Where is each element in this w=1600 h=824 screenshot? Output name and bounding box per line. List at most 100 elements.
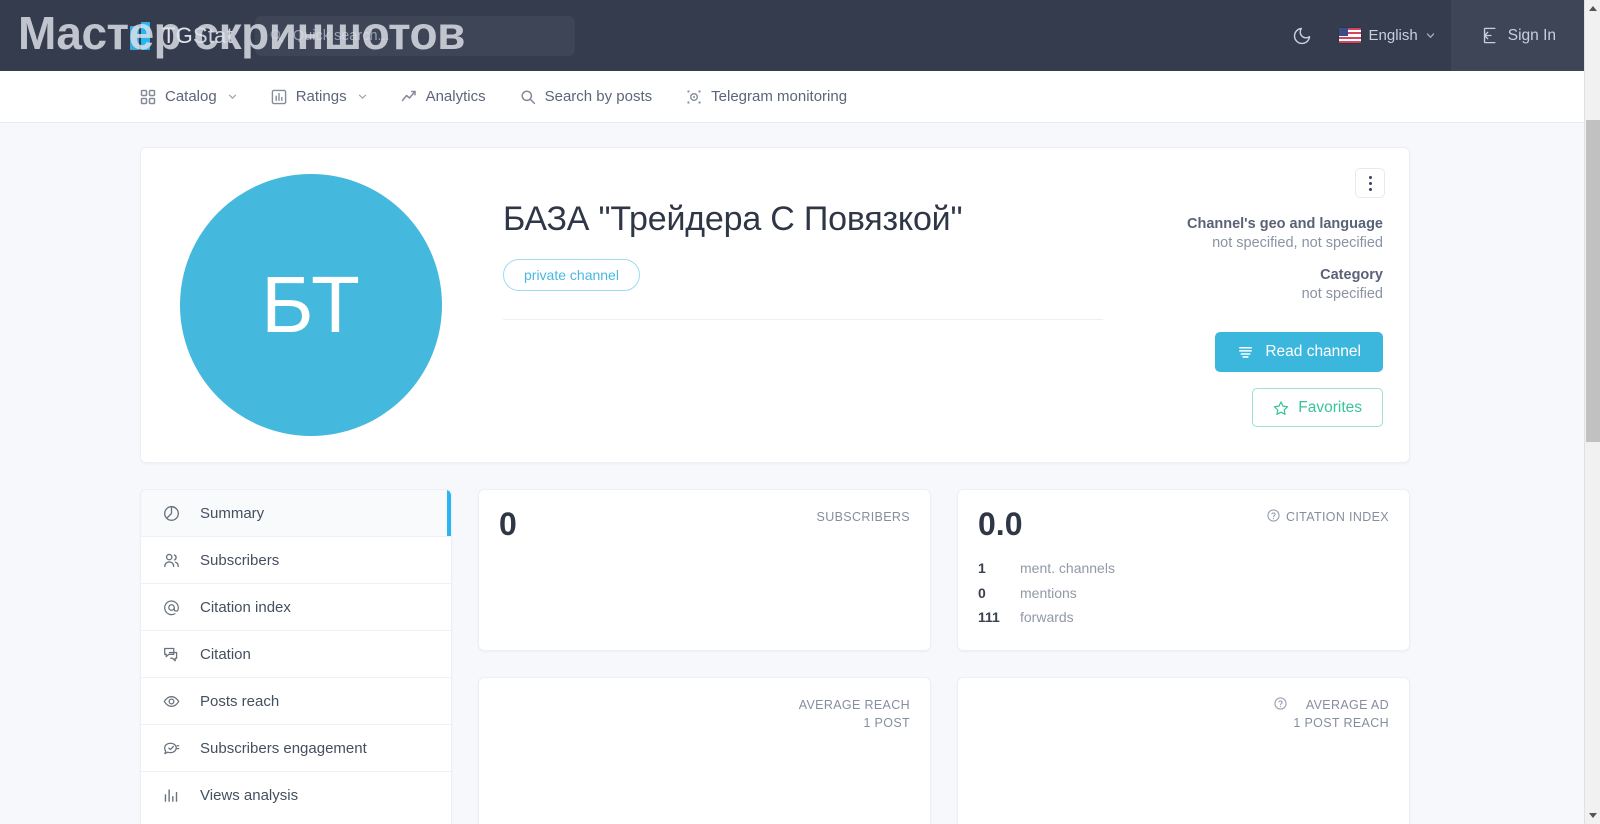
caption-text: SUBSCRIBERS bbox=[816, 510, 910, 524]
page-scrollbar[interactable] bbox=[1584, 0, 1600, 824]
page-title: БАЗА "Трейдера С Повязкой" bbox=[503, 200, 963, 238]
sidebar-item-subscribers[interactable]: Subscribers bbox=[141, 537, 451, 584]
caption-text: CITATION INDEX bbox=[1285, 510, 1389, 524]
language-label: English bbox=[1368, 27, 1418, 44]
sidebar-item-citation-index[interactable]: Citation index bbox=[141, 584, 451, 631]
brand-text: TGStat bbox=[162, 23, 233, 49]
site-logo[interactable]: TGStat bbox=[130, 0, 233, 71]
channel-main-info: БАЗА "Трейдера С Повязкой" private chann… bbox=[455, 170, 1133, 436]
quote-bubble-icon bbox=[164, 647, 178, 661]
help-circle-icon[interactable] bbox=[1267, 509, 1280, 522]
nav-label: Search by posts bbox=[544, 88, 653, 105]
pie-chart-icon bbox=[164, 505, 179, 521]
card-subscribers: 0 SUBSCRIBERS bbox=[478, 489, 931, 651]
card-average-ad-reach: AVERAGE AD 1 POST REACH bbox=[957, 676, 1410, 824]
brand-bold: TG bbox=[162, 22, 193, 48]
row-number: 0 bbox=[978, 584, 986, 601]
nav-item-telegram-monitoring[interactable]: Telegram monitoring bbox=[686, 71, 847, 123]
card-header: AVERAGE REACH 1 POST bbox=[499, 696, 910, 734]
card-header: 0 SUBSCRIBERS bbox=[499, 508, 910, 540]
nav-label: Catalog bbox=[165, 88, 217, 105]
engagement-icon bbox=[164, 742, 180, 754]
sidebar-item-summary[interactable]: Summary bbox=[141, 490, 451, 537]
lower-section: Summary Subscribers Citation index Citat… bbox=[140, 489, 1410, 824]
language-selector[interactable]: English bbox=[1325, 0, 1451, 71]
stats-sidebar: Summary Subscribers Citation index Citat… bbox=[140, 489, 452, 824]
brand-thin: Stat bbox=[192, 22, 233, 48]
scroll-up-arrow[interactable] bbox=[1585, 0, 1600, 17]
category-value: not specified bbox=[1301, 286, 1383, 302]
sign-in-button[interactable]: Sign In bbox=[1450, 0, 1584, 71]
top-header: TGStat English bbox=[0, 0, 1584, 71]
divider bbox=[503, 319, 1103, 321]
nav-label: Ratings bbox=[295, 88, 347, 105]
subscribers-value: 0 bbox=[499, 506, 517, 542]
nav-item-search-by-posts[interactable]: Search by posts bbox=[520, 71, 653, 123]
breakdown-row: 111 forwards bbox=[978, 605, 1389, 630]
dark-mode-toggle[interactable] bbox=[1279, 0, 1325, 71]
nav-item-ratings[interactable]: Ratings bbox=[271, 71, 367, 123]
favorites-label: Favorites bbox=[1298, 398, 1362, 416]
chevron-down-icon bbox=[228, 94, 236, 99]
nav-item-catalog[interactable]: Catalog bbox=[140, 71, 237, 123]
moon-icon bbox=[1293, 27, 1310, 44]
at-sign-icon bbox=[164, 599, 179, 615]
sidebar-item-label: Citation bbox=[200, 645, 251, 663]
average-ad-reach-caption: AVERAGE AD 1 POST REACH bbox=[1274, 696, 1389, 734]
geo-language-value: not specified, not specified bbox=[1212, 235, 1383, 251]
status-badge: private channel bbox=[503, 259, 640, 292]
triangle-up-icon bbox=[1589, 6, 1597, 11]
sidebar-item-citation[interactable]: Citation bbox=[141, 631, 451, 678]
triangle-down-icon bbox=[1589, 813, 1597, 818]
citation-index-caption: CITATION INDEX bbox=[1267, 508, 1389, 527]
row-label: ment. channels bbox=[1020, 560, 1115, 576]
sidebar-item-views-analysis[interactable]: Views analysis bbox=[141, 772, 451, 819]
search-input[interactable] bbox=[292, 27, 561, 44]
eye-icon bbox=[163, 695, 180, 707]
breakdown-row: 1 ment. channels bbox=[978, 556, 1389, 581]
us-flag-icon bbox=[1338, 28, 1361, 43]
avatar-container: БТ bbox=[167, 170, 455, 436]
row-number: 111 bbox=[978, 609, 1000, 625]
sidebar-item-label: Subscribers engagement bbox=[200, 739, 367, 757]
card-header: 0.0 CITATION INDEX bbox=[978, 508, 1389, 540]
sidebar-item-posts-reach[interactable]: Posts reach bbox=[141, 678, 451, 725]
chevron-down-icon bbox=[1426, 33, 1434, 39]
row-label: forwards bbox=[1020, 609, 1074, 625]
bar-chart-icon bbox=[164, 789, 178, 802]
category-label: Category bbox=[1320, 267, 1383, 283]
bar-chart-icon bbox=[271, 89, 287, 104]
average-reach-caption: AVERAGE REACH 1 POST bbox=[799, 696, 910, 734]
search-icon bbox=[270, 29, 284, 43]
bar-chart-logo-icon bbox=[130, 21, 154, 50]
quick-search-box[interactable] bbox=[254, 15, 575, 56]
sign-in-icon bbox=[1483, 27, 1496, 44]
dot bbox=[1368, 181, 1372, 185]
more-options-button[interactable] bbox=[1355, 168, 1385, 198]
feed-icon bbox=[1239, 346, 1253, 358]
nav-label: Analytics bbox=[425, 88, 486, 105]
search-icon bbox=[521, 89, 535, 104]
scroll-down-arrow[interactable] bbox=[1585, 807, 1600, 824]
channel-profile-card: БТ БАЗА "Трейдера С Повязкой" private ch… bbox=[140, 147, 1410, 463]
favorites-button[interactable]: Favorites bbox=[1252, 388, 1383, 427]
header-right-group: English Sign In bbox=[1279, 0, 1584, 71]
card-header: AVERAGE AD 1 POST REACH bbox=[978, 696, 1389, 734]
sidebar-item-label: Citation index bbox=[200, 598, 291, 616]
badge-row: private channel bbox=[503, 259, 1133, 292]
sidebar-item-label: Subscribers bbox=[200, 551, 280, 569]
row-number: 1 bbox=[978, 560, 986, 576]
scrollbar-thumb[interactable] bbox=[1586, 120, 1600, 442]
sidebar-item-subscribers-engagement[interactable]: Subscribers engagement bbox=[141, 725, 451, 772]
caption-line2: 1 POST bbox=[863, 716, 910, 731]
nav-item-analytics[interactable]: Analytics bbox=[401, 71, 486, 123]
read-channel-button[interactable]: Read channel bbox=[1215, 332, 1383, 372]
card-average-reach: AVERAGE REACH 1 POST bbox=[478, 676, 931, 824]
sign-in-label: Sign In bbox=[1507, 26, 1556, 44]
sidebar-item-label: Posts reach bbox=[200, 692, 280, 710]
help-circle-icon[interactable] bbox=[1274, 696, 1287, 710]
caption-text: AVERAGE REACH 1 POST bbox=[799, 696, 910, 734]
sidebar-item-label: Views analysis bbox=[200, 787, 299, 804]
grid-icon bbox=[140, 89, 156, 104]
chevron-down-icon bbox=[358, 94, 366, 99]
